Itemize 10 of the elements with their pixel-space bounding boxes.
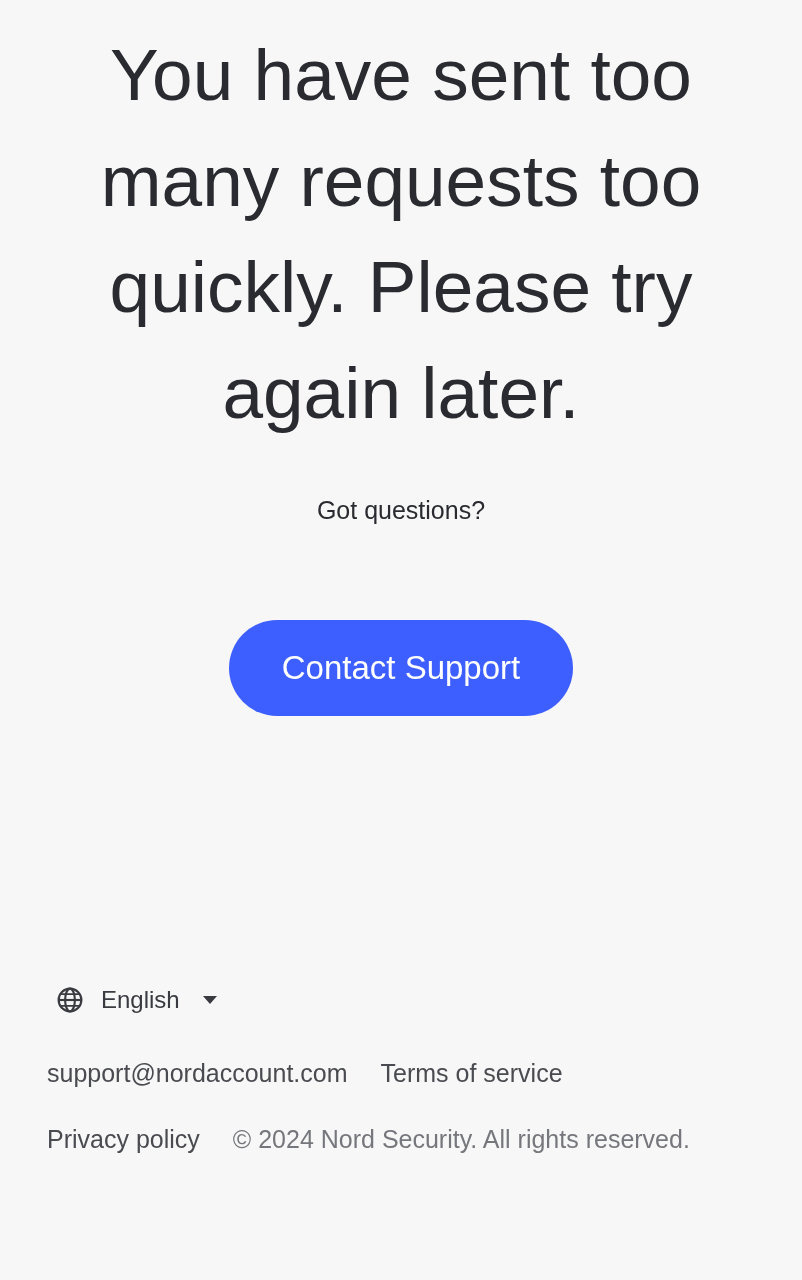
language-selector[interactable]: English bbox=[57, 982, 217, 1018]
footer-link[interactable]: support@nordaccount.com bbox=[47, 1058, 348, 1088]
error-heading: You have sent too many requests too quickly. Please try again later. bbox=[99, 33, 703, 435]
contact-support-button[interactable]: Contact Support bbox=[229, 620, 573, 716]
footer-link[interactable]: Terms of service bbox=[380, 1058, 563, 1088]
questions-prompt: Got questions? bbox=[316, 495, 486, 526]
copyright-notice: © 2024 Nord Security. All rights reserved. bbox=[232, 1124, 690, 1154]
caret-icon bbox=[202, 996, 217, 1004]
footer-link[interactable]: Privacy policy bbox=[47, 1124, 200, 1154]
globe-icon bbox=[57, 987, 83, 1013]
